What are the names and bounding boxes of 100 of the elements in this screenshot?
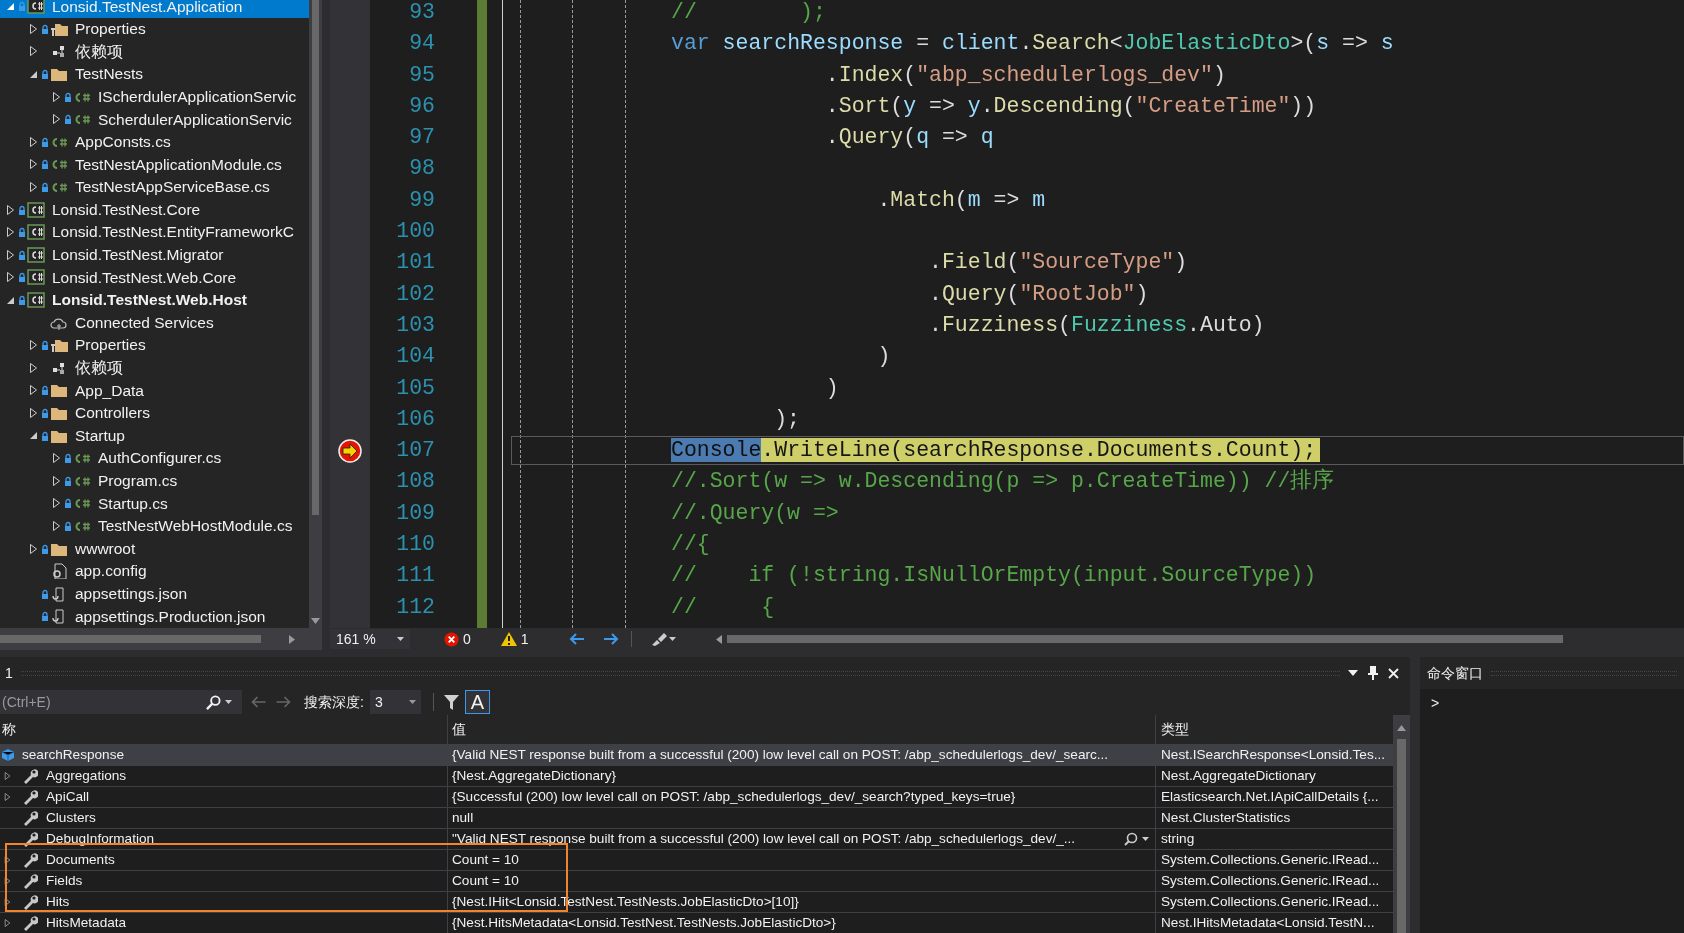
warning-count[interactable]: 1 <box>520 628 529 650</box>
scroll-up-arrow-icon[interactable] <box>1397 725 1406 731</box>
tree-item[interactable]: App_Data <box>0 379 309 402</box>
tree-item[interactable]: Lonsid.TestNest.Web.Host <box>0 288 309 312</box>
column-header[interactable]: 称 <box>0 715 447 744</box>
horizontal-scrollbar[interactable] <box>0 628 322 650</box>
collapsed-arrow-icon[interactable] <box>28 136 38 147</box>
table-row[interactable]: DebugInformation "Valid NEST response built from a successful (200) low level call on POST: /abp_schedulerlogs_dev/_... string <box>0 829 1393 850</box>
tree-item[interactable]: app.config <box>0 559 309 583</box>
collapsed-arrow-icon[interactable] <box>51 91 61 102</box>
tree-item[interactable]: TestNestApplicationModule.cs <box>0 153 309 176</box>
zoom-dropdown[interactable]: 161 % <box>330 629 410 649</box>
filter-icon[interactable] <box>443 694 459 710</box>
collapsed-arrow-icon[interactable] <box>51 498 61 509</box>
pin-icon[interactable] <box>1368 666 1378 680</box>
scroll-down-arrow-icon[interactable] <box>311 618 320 624</box>
tree-item[interactable]: AuthConfigurer.cs <box>0 446 309 470</box>
collapsed-arrow-icon[interactable] <box>3 772 11 780</box>
table-row[interactable]: searchResponse {Valid NEST response built from a successful (200) low level call on POST: /abp_schedulerlogs_dev/_searc... Nest.ISearchResponse<Lonsid.Tes... <box>0 745 1393 766</box>
scroll-right-arrow-icon[interactable] <box>289 634 295 644</box>
tree-item[interactable]: Properties <box>0 17 309 41</box>
collapsed-arrow-icon[interactable] <box>28 543 38 554</box>
collapsed-arrow-icon[interactable] <box>28 340 38 351</box>
table-row[interactable]: Aggregations {Nest.AggregateDictionary} Nest.AggregateDictionary <box>0 766 1393 787</box>
item-label: TestNestWebHostModule.cs <box>98 518 293 534</box>
error-count[interactable]: 0 <box>463 628 471 650</box>
table-row[interactable]: Clusters null Nest.ClusterStatistics <box>0 808 1393 829</box>
search-icon[interactable] <box>206 694 221 710</box>
caret-icon[interactable] <box>225 700 232 704</box>
expanded-arrow-icon[interactable] <box>5 1 15 11</box>
table-row[interactable]: ApiCall {Successful (200) low level call on POST: /abp_schedulerlogs_dev/_search?typed_keys=true} Elasticsearch.Net.IApiCallDetails {... <box>0 787 1393 808</box>
collapsed-arrow-icon[interactable] <box>28 46 38 57</box>
tree-item[interactable]: Lonsid.TestNest.EntityFrameworkC <box>0 220 309 244</box>
caret-icon[interactable] <box>408 700 416 704</box>
dropdown-icon[interactable] <box>1348 670 1358 676</box>
vertical-scrollbar[interactable] <box>1393 715 1410 933</box>
scroll-left-arrow-icon[interactable] <box>715 634 722 644</box>
back-arrow-icon[interactable] <box>568 633 585 645</box>
collapsed-arrow-icon[interactable] <box>3 793 11 801</box>
match-case-toggle[interactable]: A <box>464 690 490 714</box>
tree-item[interactable]: TestNestWebHostModule.cs <box>0 514 309 538</box>
collapsed-arrow-icon[interactable] <box>5 227 15 238</box>
magnifier-icon[interactable] <box>1124 832 1138 846</box>
tree-item[interactable]: Lonsid.TestNest.Application <box>0 0 309 18</box>
expanded-arrow-icon[interactable] <box>28 431 38 441</box>
collapsed-arrow-icon[interactable] <box>51 453 61 464</box>
collapsed-arrow-icon[interactable] <box>28 182 38 193</box>
collapsed-arrow-icon[interactable] <box>51 114 61 125</box>
table-row[interactable]: HitsMetadata {Nest.HitsMetadata<Lonsid.TestNest.TestNests.JobElasticDto>} Nest.IHitsMetadata<Lonsid.TestN... <box>0 913 1393 933</box>
caret-icon[interactable] <box>1142 837 1149 841</box>
collapsed-arrow-icon[interactable] <box>5 272 15 283</box>
tree-item[interactable]: Lonsid.TestNest.Migrator <box>0 243 309 267</box>
forward-arrow-icon[interactable] <box>602 633 619 645</box>
collapsed-arrow-icon[interactable] <box>5 249 15 260</box>
expanded-arrow-icon[interactable] <box>5 295 15 305</box>
collapsed-arrow-icon[interactable] <box>28 408 38 418</box>
collapsed-arrow-icon[interactable] <box>51 475 61 486</box>
tree-item[interactable]: Startup <box>0 424 309 447</box>
collapsed-arrow-icon[interactable] <box>28 385 38 396</box>
search-box[interactable]: (Ctrl+E) <box>0 690 242 714</box>
collapsed-arrow-icon[interactable] <box>3 919 11 927</box>
search-depth-dropdown[interactable]: 3 <box>369 690 421 714</box>
collapsed-arrow-icon[interactable] <box>51 520 61 531</box>
tree-item[interactable]: Startup.cs <box>0 492 309 515</box>
tree-item[interactable]: 依赖项 <box>0 40 309 63</box>
table-row[interactable]: Documents Count = 10 System.Collections.Generic.IRead... <box>0 850 1393 871</box>
back-arrow-icon[interactable] <box>250 696 267 708</box>
tree-item[interactable]: TestNestAppServiceBase.cs <box>0 175 309 199</box>
command-prompt[interactable]: > <box>1431 695 1440 711</box>
caret-icon[interactable] <box>397 637 404 641</box>
wrench-icon <box>22 768 38 784</box>
tree-item[interactable]: IScherdulerApplicationServic <box>0 85 309 108</box>
tree-item[interactable]: appsettings.json <box>0 582 309 606</box>
search-field[interactable]: (Ctrl+E) <box>0 691 200 713</box>
tree-item[interactable]: Lonsid.TestNest.Core <box>0 198 309 221</box>
project-icon <box>27 246 45 263</box>
close-icon[interactable] <box>1388 667 1399 679</box>
collapsed-arrow-icon[interactable] <box>5 204 15 215</box>
tree-item[interactable]: Program.cs <box>0 469 309 493</box>
table-row[interactable]: Fields Count = 10 System.Collections.Generic.IRead... <box>0 871 1393 892</box>
forward-arrow-icon[interactable] <box>275 696 292 708</box>
tree-item[interactable]: AppConsts.cs <box>0 130 309 154</box>
tree-item[interactable]: Properties <box>0 333 309 357</box>
vertical-scrollbar[interactable] <box>309 0 322 628</box>
tree-item[interactable]: TestNests <box>0 62 309 86</box>
tree-item[interactable]: 依赖项 <box>0 356 309 380</box>
config-file-icon <box>50 563 68 580</box>
tree-item[interactable]: Connected Services <box>0 311 309 334</box>
horizontal-scrollbar[interactable] <box>726 635 1563 643</box>
tree-item[interactable]: Lonsid.TestNest.Web.Core <box>0 266 309 289</box>
collapsed-arrow-icon[interactable] <box>28 23 38 34</box>
collapsed-arrow-icon[interactable] <box>28 159 38 170</box>
visualizer-button[interactable] <box>1124 832 1149 846</box>
tree-item[interactable]: Controllers <box>0 401 309 425</box>
column-header[interactable]: 值 <box>447 715 1155 744</box>
tree-item[interactable]: appsettings.Production.json <box>0 605 309 628</box>
tree-item[interactable]: ScherdulerApplicationServic <box>0 107 309 131</box>
tree-item[interactable]: wwwroot <box>0 537 309 560</box>
collapsed-arrow-icon[interactable] <box>28 362 38 373</box>
expanded-arrow-icon[interactable] <box>28 69 38 79</box>
